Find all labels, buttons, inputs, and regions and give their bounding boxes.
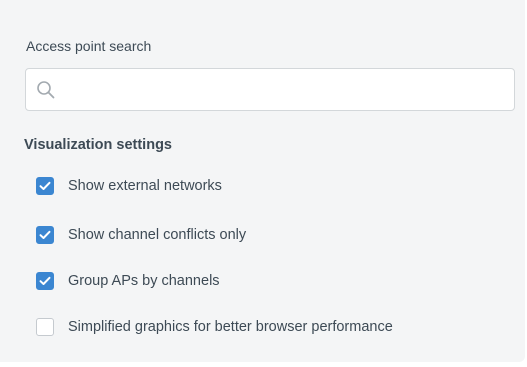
- simplified-graphics-checkbox[interactable]: [36, 318, 54, 336]
- option-show-external-networks[interactable]: Show external networks: [36, 176, 222, 196]
- option-simplified-graphics[interactable]: Simplified graphics for better browser p…: [36, 317, 393, 337]
- option-label: Group APs by channels: [68, 273, 220, 289]
- option-label: Simplified graphics for better browser p…: [68, 319, 393, 335]
- checkmark-icon: [39, 230, 51, 239]
- show-external-networks-checkbox[interactable]: [36, 177, 54, 195]
- search-label: Access point search: [26, 38, 152, 54]
- access-point-search-input[interactable]: [66, 69, 506, 110]
- option-label: Show external networks: [68, 178, 222, 194]
- visualization-settings-title: Visualization settings: [24, 137, 172, 153]
- option-label: Show channel conflicts only: [68, 227, 247, 243]
- show-channel-conflicts-only-checkbox[interactable]: [36, 226, 54, 244]
- option-show-channel-conflicts-only[interactable]: Show channel conflicts only: [36, 225, 246, 245]
- checkmark-icon: [39, 276, 51, 285]
- settings-panel: Access point search Visualization settin…: [0, 0, 525, 362]
- option-group-aps-by-channels[interactable]: Group APs by channels: [36, 271, 220, 291]
- search-icon: [36, 80, 56, 100]
- checkmark-icon: [39, 181, 51, 190]
- group-aps-by-channels-checkbox[interactable]: [36, 272, 54, 290]
- search-box[interactable]: [25, 68, 515, 111]
